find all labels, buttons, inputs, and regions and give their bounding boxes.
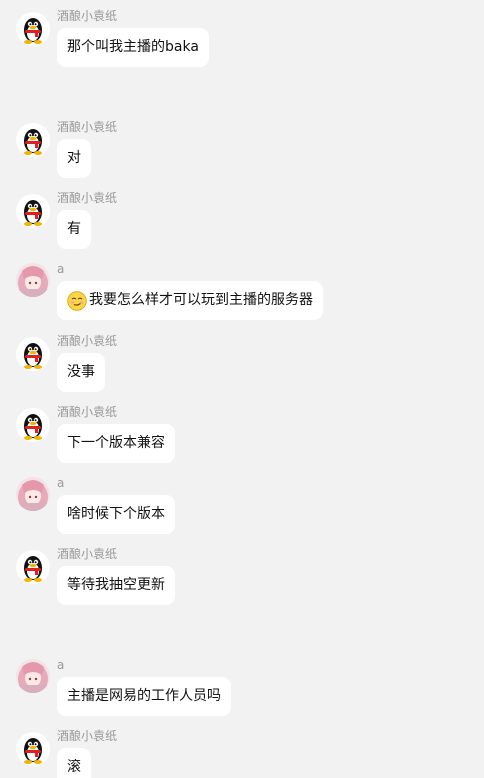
sender-name: 酒酿小袁纸 <box>57 729 118 743</box>
message-bubble[interactable]: 那个叫我主播的baka <box>57 28 209 67</box>
sender-name: a <box>57 658 65 672</box>
message-text: 没事 <box>67 364 95 380</box>
avatar-anime-girl-icon[interactable] <box>16 263 50 297</box>
message-text: 啥时候下个版本 <box>67 506 165 522</box>
avatar-penguin-icon[interactable] <box>16 12 50 46</box>
avatar-penguin-icon[interactable] <box>16 337 50 371</box>
message-text: 有 <box>67 221 81 237</box>
message-bubble[interactable]: 啥时候下个版本 <box>57 495 175 534</box>
avatar-penguin-icon[interactable] <box>16 194 50 228</box>
avatar-anime-girl-icon[interactable] <box>16 659 50 693</box>
message-bubble[interactable]: 主播是网易的工作人员吗 <box>57 677 231 716</box>
avatar-penguin-icon[interactable] <box>16 732 50 766</box>
avatar-penguin-icon[interactable] <box>16 408 50 442</box>
message-text: 等待我抽空更新 <box>67 577 165 593</box>
smirk-emoji-icon <box>67 290 87 311</box>
message-text: 那个叫我主播的baka <box>67 39 199 55</box>
sender-name: a <box>57 476 65 490</box>
sender-name: 酒酿小袁纸 <box>57 334 118 348</box>
sender-name: 酒酿小袁纸 <box>57 191 118 205</box>
sender-name: a <box>57 262 65 276</box>
message-text: 滚 <box>67 759 81 775</box>
message-text: 对 <box>67 150 81 166</box>
sender-name: 酒酿小袁纸 <box>57 9 118 23</box>
message-bubble[interactable]: 有 <box>57 210 91 249</box>
message-bubble[interactable]: 没事 <box>57 353 105 392</box>
message-text: 主播是网易的工作人员吗 <box>67 688 221 704</box>
message-text: 下一个版本兼容 <box>67 435 165 451</box>
message-bubble[interactable]: 下一个版本兼容 <box>57 424 175 463</box>
sender-name: 酒酿小袁纸 <box>57 405 118 419</box>
sender-name: 酒酿小袁纸 <box>57 120 118 134</box>
message-bubble[interactable]: 对 <box>57 139 91 178</box>
avatar-penguin-icon[interactable] <box>16 550 50 584</box>
chat-message-list: 酒酿小袁纸 那个叫我主播的baka 酒酿小袁纸 对 酒酿小袁纸 有 a 我要怎么… <box>0 0 484 778</box>
message-bubble[interactable]: 滚 <box>57 748 91 778</box>
avatar-penguin-icon[interactable] <box>16 123 50 157</box>
sender-name: 酒酿小袁纸 <box>57 547 118 561</box>
message-bubble[interactable]: 我要怎么样才可以玩到主播的服务器 <box>57 281 323 320</box>
message-bubble[interactable]: 等待我抽空更新 <box>57 566 175 605</box>
avatar-anime-girl-icon[interactable] <box>16 477 50 511</box>
message-text: 我要怎么样才可以玩到主播的服务器 <box>89 292 313 308</box>
